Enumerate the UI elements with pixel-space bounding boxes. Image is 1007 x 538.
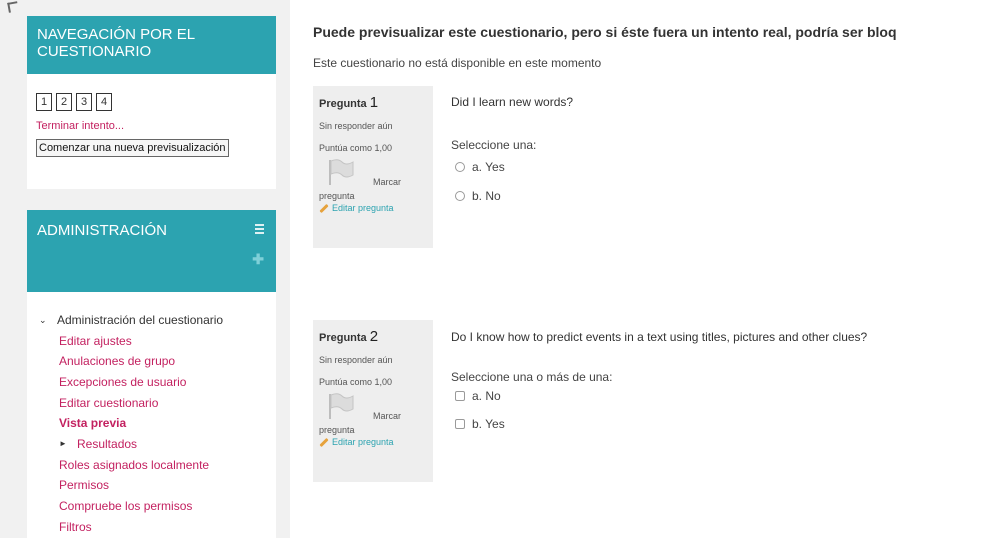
question-nav-button-4[interactable]: 4 xyxy=(96,93,112,111)
edit-question-link[interactable]: Editar pregunta xyxy=(319,437,427,447)
tree-node-results-label: Resultados xyxy=(77,437,138,452)
question-info-panel: Pregunta 1 Sin responder aún Puntúa como… xyxy=(313,86,433,248)
answer-prompt: Seleccione una: xyxy=(451,138,537,152)
flag-label: Marcar xyxy=(373,177,402,187)
question-status: Sin responder aún xyxy=(319,355,393,365)
question-text: Did I learn new words? xyxy=(451,95,574,109)
question-navigation: 1 2 3 4 xyxy=(27,74,276,111)
checkbox[interactable] xyxy=(455,391,465,401)
finish-attempt-link[interactable]: Terminar intento... xyxy=(36,120,276,132)
question-grade: Puntúa como 1,00 xyxy=(319,143,393,153)
question-number: Pregunta 1 xyxy=(319,94,379,111)
move-icon[interactable]: ✚ xyxy=(252,251,264,268)
link-group-overrides[interactable]: Anulaciones de grupo xyxy=(39,351,276,372)
edit-question-link[interactable]: Editar pregunta xyxy=(319,203,427,213)
collapse-icon[interactable] xyxy=(255,224,264,234)
pencil-icon xyxy=(319,437,329,447)
answer-option[interactable]: b. Yes xyxy=(455,417,505,431)
question-nav-button-2[interactable]: 2 xyxy=(56,93,72,111)
checkbox[interactable] xyxy=(455,419,465,429)
preview-notice: Puede previsualizar este cuestionario, p… xyxy=(313,24,897,40)
tree-node-results[interactable]: ► Resultados xyxy=(39,434,276,455)
link-filters[interactable]: Filtros xyxy=(39,517,276,538)
administration-header: ADMINISTRACIÓN ✚ xyxy=(27,210,276,292)
link-edit-settings[interactable]: Editar ajustes xyxy=(39,331,276,352)
chevron-right-icon: ► xyxy=(59,439,67,449)
link-permissions[interactable]: Permisos xyxy=(39,475,276,496)
flag-icon xyxy=(329,393,354,419)
flag-label-continued: pregunta xyxy=(319,191,355,201)
answer-option[interactable]: a. No xyxy=(455,389,501,403)
link-edit-quiz[interactable]: Editar cuestionario xyxy=(39,393,276,414)
edit-question-label: Editar pregunta xyxy=(332,203,394,213)
flag-question-toggle[interactable]: Marcar pregunta xyxy=(319,159,427,203)
flag-label-continued: pregunta xyxy=(319,425,355,435)
link-check-permissions[interactable]: Compruebe los permisos xyxy=(39,496,276,517)
answer-option-label: b. No xyxy=(472,189,501,203)
chevron-down-icon: ⌄ xyxy=(39,315,47,325)
question-text: Do I know how to predict events in a tex… xyxy=(451,330,868,344)
quiz-unavailable-message: Este cuestionario no está disponible en … xyxy=(313,56,602,70)
question-info-panel: Pregunta 2 Sin responder aún Puntúa como… xyxy=(313,320,433,482)
administration-block: ADMINISTRACIÓN ✚ ⌄ Administración del cu… xyxy=(27,210,276,538)
edit-question-label: Editar pregunta xyxy=(332,437,394,447)
resize-corner-icon xyxy=(7,1,19,13)
question-nav-button-3[interactable]: 3 xyxy=(76,93,92,111)
quiz-navigation-title: NAVEGACIÓN POR EL CUESTIONARIO xyxy=(27,16,276,74)
answer-option[interactable]: a. Yes xyxy=(455,160,505,174)
answer-option-label: a. Yes xyxy=(472,160,505,174)
radio-button[interactable] xyxy=(455,191,465,201)
flag-question-toggle[interactable]: Marcar pregunta xyxy=(319,393,427,437)
flag-icon xyxy=(329,159,354,185)
tree-node-quiz-administration[interactable]: ⌄ Administración del cuestionario xyxy=(39,310,276,331)
pencil-icon xyxy=(319,203,329,213)
answer-option[interactable]: b. No xyxy=(455,189,501,203)
answer-option-label: b. Yes xyxy=(472,417,505,431)
tree-parent-label: Administración del cuestionario xyxy=(57,313,224,327)
answer-prompt: Seleccione una o más de una: xyxy=(451,370,613,384)
question-status: Sin responder aún xyxy=(319,121,393,131)
start-new-preview-button[interactable]: Comenzar una nueva previsualización xyxy=(36,139,229,157)
question-number: Pregunta 2 xyxy=(319,328,379,345)
left-column: NAVEGACIÓN POR EL CUESTIONARIO 1 2 3 4 T… xyxy=(0,0,290,538)
question-nav-button-1[interactable]: 1 xyxy=(36,93,52,111)
administration-title: ADMINISTRACIÓN xyxy=(37,222,168,239)
link-user-overrides[interactable]: Excepciones de usuario xyxy=(39,372,276,393)
flag-label: Marcar xyxy=(373,411,402,421)
question-grade: Puntúa como 1,00 xyxy=(319,377,393,387)
administration-tree: ⌄ Administración del cuestionario Editar… xyxy=(27,292,276,537)
link-local-roles[interactable]: Roles asignados localmente xyxy=(39,455,276,476)
answer-option-label: a. No xyxy=(472,389,501,403)
quiz-navigation-block: NAVEGACIÓN POR EL CUESTIONARIO 1 2 3 4 T… xyxy=(27,16,276,189)
link-preview[interactable]: Vista previa xyxy=(39,413,276,434)
radio-button[interactable] xyxy=(455,162,465,172)
